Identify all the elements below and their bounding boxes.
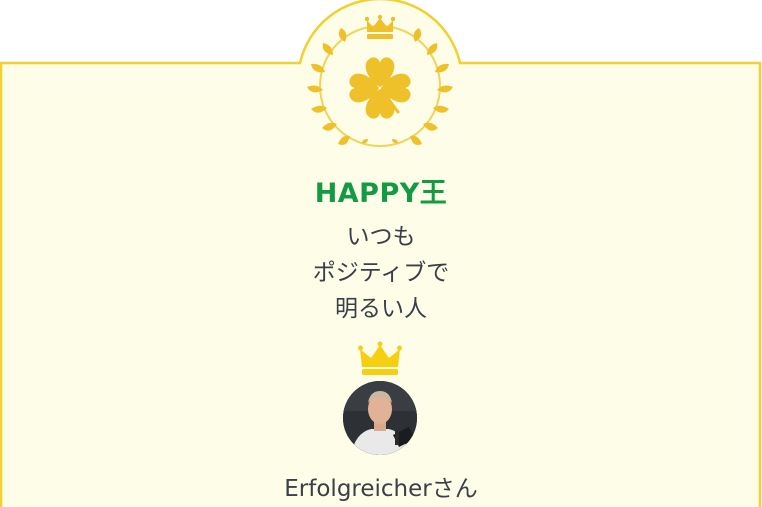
crown-icon (358, 341, 402, 375)
winner-name: Erfolgreicherさん (284, 476, 478, 502)
avatar-photo (343, 381, 417, 455)
winner-avatar[interactable] (343, 381, 417, 455)
crown-icon (364, 14, 396, 39)
award-card: HAPPY王 いつも ポジティブで 明るい人 Erfolgreicherさん (0, 0, 762, 507)
clover-icon (349, 57, 411, 119)
award-description-line-1: いつも (346, 224, 416, 250)
award-description-line-2: ポジティブで (312, 260, 450, 286)
award-title: HAPPY王 (314, 178, 448, 209)
award-description-line-3: 明るい人 (335, 296, 427, 322)
